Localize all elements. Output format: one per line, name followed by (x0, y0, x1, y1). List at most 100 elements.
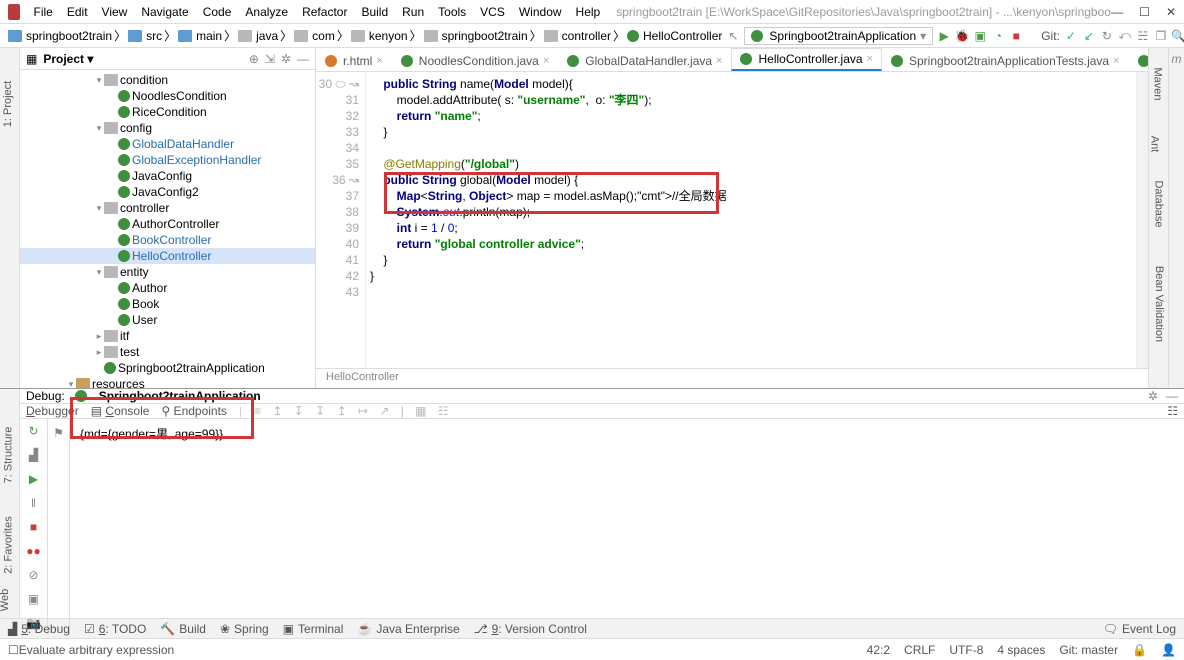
crumb-springboot2train[interactable]: springboot2train (422, 29, 530, 43)
crumb-controller[interactable]: controller (542, 29, 613, 43)
menu-build[interactable]: Build (355, 3, 394, 21)
tree-item-controller[interactable]: ▾controller (20, 200, 315, 216)
coverage-icon[interactable]: ▣ (973, 29, 987, 43)
tab-endpoints[interactable]: ⚲ Endpoints (161, 404, 227, 418)
side-tab-favorites[interactable]: 2: Favorites (3, 516, 15, 573)
editor-scrollbar[interactable] (1136, 72, 1148, 368)
crumb-kenyon[interactable]: kenyon (349, 29, 410, 43)
menu-vcs[interactable]: VCS (474, 3, 511, 21)
twisty-icon[interactable]: ▾ (94, 203, 104, 214)
side-tab-maven[interactable]: Maven (1152, 67, 1164, 100)
side-tab-project[interactable]: 1: Project (2, 81, 14, 127)
tree-item-entity[interactable]: ▾entity (20, 264, 315, 280)
gear-icon[interactable]: ✲ (281, 52, 291, 66)
search-icon[interactable]: 🔍 (1172, 29, 1184, 43)
tree-item-authorcontroller[interactable]: AuthorController (20, 216, 315, 232)
tree-item-resources[interactable]: ▾resources (20, 376, 315, 388)
project-dropdown[interactable]: Project ▾ (43, 52, 93, 66)
menu-view[interactable]: View (96, 3, 134, 21)
code-line[interactable]: public String global(Model model) { (370, 172, 1132, 188)
code-line[interactable]: public String name(Model model){ (370, 76, 1132, 92)
lock-icon[interactable]: 🔒 (1132, 643, 1147, 657)
tree-item-bookcontroller[interactable]: BookController (20, 232, 315, 248)
debug-icon[interactable]: 🐞 (955, 29, 969, 43)
twisty-icon[interactable]: ▾ (94, 75, 104, 86)
status-crlf[interactable]: CRLF (904, 643, 935, 657)
run-icon[interactable]: ▶ (937, 29, 951, 43)
tab-console[interactable]: ▤ Console (91, 404, 150, 418)
breadcrumb[interactable]: springboot2train〉src〉main〉java〉com〉kenyo… (6, 27, 724, 44)
layout-icon[interactable]: ▣ (26, 591, 42, 607)
tree-item-ricecondition[interactable]: RiceCondition (20, 104, 315, 120)
collapse-icon[interactable]: ⇲ (265, 52, 275, 66)
menu-run[interactable]: Run (396, 3, 430, 21)
tool-window-5-debug[interactable]: ▟5: Debug (8, 622, 70, 636)
grid-icon[interactable]: ☷ (1167, 404, 1178, 418)
twisty-icon[interactable]: ▸ (94, 347, 104, 358)
tab-debugger[interactable]: Debugger (26, 404, 79, 418)
breakpoints-icon[interactable]: ●● (26, 543, 42, 559)
stop2-icon[interactable]: ■ (26, 519, 42, 535)
project-tree[interactable]: ▾conditionNoodlesConditionRiceCondition▾… (20, 70, 315, 388)
tab-r-html[interactable]: r.html× (316, 50, 392, 71)
editor-breadcrumb[interactable]: HelloController (316, 368, 1148, 388)
code-line[interactable]: System.out.println(map); (370, 204, 1132, 220)
tree-item-springboot2trainapplication[interactable]: Springboot2trainApplication (20, 360, 315, 376)
tree-item-javaconfig2[interactable]: JavaConfig2 (20, 184, 315, 200)
tab-close-icon[interactable]: × (716, 55, 722, 67)
status-utf-8[interactable]: UTF-8 (949, 643, 983, 657)
menu-file[interactable]: File (28, 3, 59, 21)
menu-help[interactable]: Help (570, 3, 607, 21)
minimize-icon[interactable]: — (1111, 5, 1123, 19)
tree-item-itf[interactable]: ▸itf (20, 328, 315, 344)
hide-icon[interactable]: — (297, 52, 309, 66)
hierarchy-icon[interactable]: ❐ (1154, 29, 1168, 43)
close-icon[interactable]: ✕ (1166, 5, 1176, 19)
vcs-history-icon[interactable]: ↻ (1100, 29, 1114, 43)
menu-analyze[interactable]: Analyze (239, 3, 294, 21)
code-line[interactable]: } (370, 268, 1132, 284)
menu-refactor[interactable]: Refactor (296, 3, 353, 21)
menu-edit[interactable]: Edit (61, 3, 94, 21)
code-line[interactable]: } (370, 252, 1132, 268)
twisty-icon[interactable]: ▾ (66, 379, 76, 389)
tree-item-globaldatahandler[interactable]: GlobalDataHandler (20, 136, 315, 152)
status-42-2[interactable]: 42:2 (867, 643, 890, 657)
vcs-commit-icon[interactable]: ↙ (1082, 29, 1096, 43)
locate-icon[interactable]: ⊕ (249, 52, 259, 66)
code-line[interactable]: return "name"; (370, 108, 1132, 124)
profile-icon[interactable]: ◔ (991, 29, 1005, 43)
crumb-src[interactable]: src (126, 29, 164, 43)
tab-close-icon[interactable]: × (867, 53, 873, 65)
debug-hide-icon[interactable]: — (1166, 389, 1178, 403)
back-icon[interactable]: ↖ (726, 29, 740, 43)
tree-item-javaconfig[interactable]: JavaConfig (20, 168, 315, 184)
tree-item-globalexceptionhandler[interactable]: GlobalExceptionHandler (20, 152, 315, 168)
mute-icon[interactable]: ⊘ (26, 567, 42, 583)
side-tab-structure[interactable]: 7: Structure (2, 427, 14, 484)
rerun-icon[interactable]: ↻ (26, 423, 42, 439)
side-tab-ant[interactable]: Ant (1148, 136, 1160, 153)
menu-window[interactable]: Window (513, 3, 568, 21)
structure-icon[interactable]: ☵ (1136, 29, 1150, 43)
tree-item-config[interactable]: ▾config (20, 120, 315, 136)
twisty-icon[interactable]: ▾ (94, 123, 104, 134)
code-line[interactable] (370, 284, 1132, 300)
stop-icon[interactable]: ■ (1009, 29, 1023, 43)
run-config-select[interactable]: Springboot2trainApplication ▾ (744, 27, 933, 45)
tree-item-condition[interactable]: ▾condition (20, 72, 315, 88)
side-tab-beanvalidation[interactable]: Bean Validation (1153, 266, 1165, 342)
tree-item-test[interactable]: ▸test (20, 344, 315, 360)
toolbar-icons[interactable]: ≡ ↥ ↧ ↧ ↥ ↦ ↗ | ▦ ☷ (254, 404, 453, 418)
stack-icon[interactable]: ▟ (26, 447, 42, 463)
vcs-revert-icon[interactable]: ⤺ (1118, 29, 1132, 43)
twisty-icon[interactable]: ▸ (94, 331, 104, 342)
console-output[interactable]: {md={gender=男, age=99}} (70, 419, 1184, 635)
resume-icon[interactable]: ▶ (26, 471, 42, 487)
m-icon[interactable]: m (1172, 52, 1182, 66)
menu-navigate[interactable]: Navigate (135, 3, 194, 21)
status-4-spaces[interactable]: 4 spaces (997, 643, 1045, 657)
code-line[interactable]: Map<String, Object> map = model.asMap();… (370, 188, 1132, 204)
tab-springboot2trainapplication-java[interactable]: Springboot2trainApplication.java× (1129, 50, 1148, 71)
code-line[interactable]: model.addAttribute( s: "username", o: "李… (370, 92, 1132, 108)
